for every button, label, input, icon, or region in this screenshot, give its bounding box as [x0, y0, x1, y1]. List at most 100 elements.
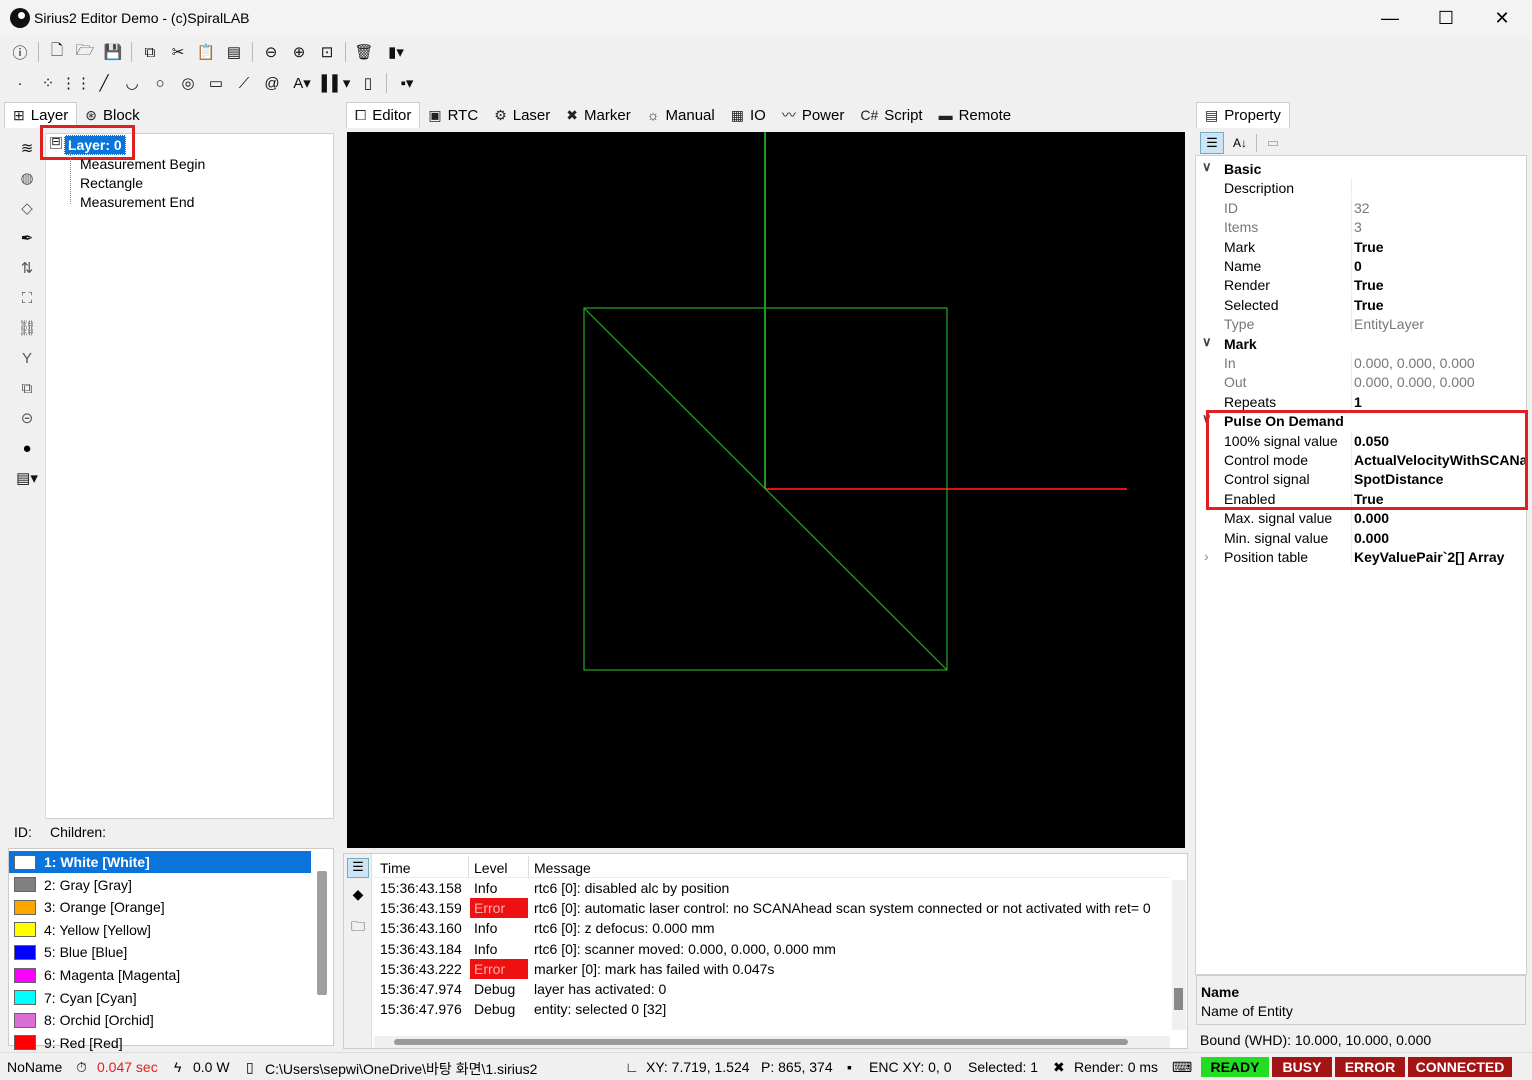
- sort-icon[interactable]: ⇅: [8, 253, 46, 283]
- property-row[interactable]: Max. signal value 0.000: [1196, 508, 1526, 528]
- col-time[interactable]: Time: [380, 860, 411, 876]
- color-list-item[interactable]: 2: Gray [Gray]: [9, 874, 311, 896]
- property-row[interactable]: Name 0: [1196, 256, 1526, 275]
- bucket-icon[interactable]: ◇: [8, 193, 46, 223]
- info-icon[interactable]: ⓘ: [7, 40, 33, 64]
- log-hscroll-thumb[interactable]: [394, 1039, 1128, 1045]
- color-list-item[interactable]: 6: Magenta [Magenta]: [9, 964, 311, 986]
- zoom-out-icon[interactable]: ⊖: [258, 40, 284, 64]
- mark-time: 0.047 sec: [97, 1059, 158, 1075]
- eraser-icon[interactable]: ◆: [347, 886, 369, 906]
- spiral-icon[interactable]: @: [259, 71, 285, 95]
- log-row[interactable]: 15:36:43.158 Info rtc6 [0]: disabled alc b…: [374, 878, 1184, 898]
- copy-icon[interactable]: ⧉: [137, 40, 163, 64]
- file-icon[interactable]: ▯: [355, 71, 381, 95]
- categorized-icon[interactable]: ☰: [1200, 132, 1224, 154]
- color-list-item[interactable]: 1: White [White]: [9, 851, 311, 873]
- log-row[interactable]: 15:36:43.184 Info rtc6 [0]: scanner moved:…: [374, 939, 1184, 959]
- tree-item[interactable]: Measurement End: [80, 194, 194, 210]
- trepan-icon[interactable]: ◎: [175, 71, 201, 95]
- zoom-in-icon[interactable]: ⊕: [286, 40, 312, 64]
- property-pages-icon[interactable]: ▭: [1261, 132, 1285, 154]
- property-row[interactable]: Items 3: [1196, 217, 1526, 237]
- branch-icon[interactable]: Y: [8, 343, 46, 373]
- log-row[interactable]: 15:36:47.974 Debug layer has activated: 0: [374, 979, 1184, 999]
- barcode-dropdown-icon[interactable]: ▌▌▾: [319, 71, 353, 95]
- property-row[interactable]: Type EntityLayer: [1196, 314, 1526, 334]
- tab-marker[interactable]: ✖ Marker: [558, 102, 638, 128]
- edit-dropdown-icon[interactable]: ▤▾: [8, 463, 46, 493]
- circle-icon[interactable]: ○: [147, 71, 173, 95]
- alphabetical-icon[interactable]: A↓: [1228, 132, 1252, 154]
- open-file-icon[interactable]: 🗁: [72, 40, 98, 64]
- property-row[interactable]: Out 0.000, 0.000, 0.000: [1196, 372, 1526, 392]
- color-list-item[interactable]: 3: Orange [Orange]: [9, 896, 311, 918]
- ctrl-dropdown-icon[interactable]: ▪▾: [392, 71, 422, 95]
- pen-icon[interactable]: ✒: [8, 223, 46, 253]
- editor-canvas[interactable]: [347, 132, 1185, 848]
- folder-icon[interactable]: 🗀: [347, 916, 369, 936]
- points-icon[interactable]: ⁘: [35, 71, 61, 95]
- tab-rtc[interactable]: ▣ RTC: [420, 102, 486, 128]
- maximize-button[interactable]: ☐: [1418, 0, 1474, 36]
- transform-icon[interactable]: ⛶: [8, 283, 46, 313]
- tab-manual[interactable]: ☼ Manual: [639, 102, 723, 128]
- log-row[interactable]: 15:36:43.222 Error marker [0]: mark has fa…: [374, 958, 1184, 979]
- tab-script[interactable]: C# Script: [852, 102, 930, 128]
- link-icon[interactable]: ⛓: [8, 313, 46, 343]
- delete-icon[interactable]: 🗑: [351, 40, 377, 64]
- paste-icon[interactable]: 📋: [193, 40, 219, 64]
- property-row[interactable]: › Position table KeyValuePair`2[] Array: [1196, 547, 1526, 566]
- minimize-button[interactable]: —: [1362, 0, 1418, 36]
- save-icon[interactable]: 💾: [100, 40, 126, 64]
- col-message[interactable]: Message: [534, 860, 591, 876]
- tab-property[interactable]: ▤ Property: [1196, 102, 1290, 128]
- tree-item[interactable]: Rectangle: [80, 175, 143, 191]
- polyline-icon[interactable]: ⟋: [231, 71, 257, 95]
- log-row[interactable]: 15:36:43.160 Info rtc6 [0]: z defocus: 0.0…: [374, 918, 1184, 938]
- cut-icon[interactable]: ✂: [165, 40, 191, 64]
- property-row[interactable]: Mark True: [1196, 236, 1526, 256]
- 3d-icon[interactable]: ◍: [8, 163, 46, 193]
- property-row[interactable]: Render True: [1196, 275, 1526, 295]
- line-icon[interactable]: ╱: [91, 71, 117, 95]
- color-list-item[interactable]: 5: Blue [Blue]: [9, 941, 311, 963]
- col-level[interactable]: Level: [474, 860, 507, 876]
- color-list-item[interactable]: 4: Yellow [Yellow]: [9, 919, 311, 941]
- tab-laser[interactable]: ⚙ Laser: [486, 102, 558, 128]
- property-row[interactable]: Description: [1196, 178, 1526, 198]
- new-file-icon[interactable]: 🗋: [44, 40, 70, 64]
- log-row[interactable]: 15:36:43.159 Error rtc6 [0]: automatic las…: [374, 898, 1184, 919]
- rectangle-icon[interactable]: ▭: [203, 71, 229, 95]
- property-category[interactable]: ∨ Mark: [1196, 334, 1526, 353]
- color-list-item[interactable]: 9: Red [Red]: [9, 1032, 311, 1054]
- log-list-icon[interactable]: ☰: [347, 858, 369, 878]
- text-dropdown-icon[interactable]: A▾: [287, 71, 317, 95]
- point-icon[interactable]: ·: [7, 71, 33, 95]
- log-vscroll-thumb[interactable]: [1174, 988, 1183, 1010]
- log-row[interactable]: 15:36:47.976 Debug entity: selected 0 [32]: [374, 999, 1184, 1019]
- property-row[interactable]: ID 32: [1196, 197, 1526, 217]
- property-row[interactable]: Selected True: [1196, 294, 1526, 314]
- group-icon[interactable]: ⧉: [8, 373, 46, 403]
- zoom-fit-icon[interactable]: ⊡: [314, 40, 340, 64]
- paste-array-icon[interactable]: ▤: [221, 40, 247, 64]
- property-row[interactable]: Repeats 1: [1196, 391, 1526, 411]
- close-button[interactable]: ✕: [1474, 0, 1530, 36]
- tab-power[interactable]: 〰 Power: [774, 102, 853, 128]
- export-icon[interactable]: ●: [8, 433, 46, 463]
- align-dropdown-icon[interactable]: ▮▾: [379, 40, 413, 64]
- tab-editor[interactable]: ⧠ Editor: [346, 102, 421, 128]
- color-list-scrollbar[interactable]: [317, 871, 327, 995]
- property-category[interactable]: ∨ Basic: [1196, 159, 1526, 178]
- color-list-item[interactable]: 8: Orchid [Orchid]: [9, 1009, 311, 1031]
- property-row[interactable]: Min. signal value 0.000: [1196, 527, 1526, 547]
- property-row[interactable]: In 0.000, 0.000, 0.000: [1196, 353, 1526, 372]
- raster-icon[interactable]: ⋮⋮: [61, 71, 91, 95]
- color-list-item[interactable]: 7: Cyan [Cyan]: [9, 987, 311, 1009]
- tab-remote[interactable]: ▬ Remote: [931, 102, 1020, 128]
- tab-io[interactable]: ▦ IO: [723, 102, 774, 128]
- arc-icon[interactable]: ◡: [119, 71, 145, 95]
- import-icon[interactable]: ⊝: [8, 403, 46, 433]
- tree-item[interactable]: Measurement Begin: [80, 156, 205, 172]
